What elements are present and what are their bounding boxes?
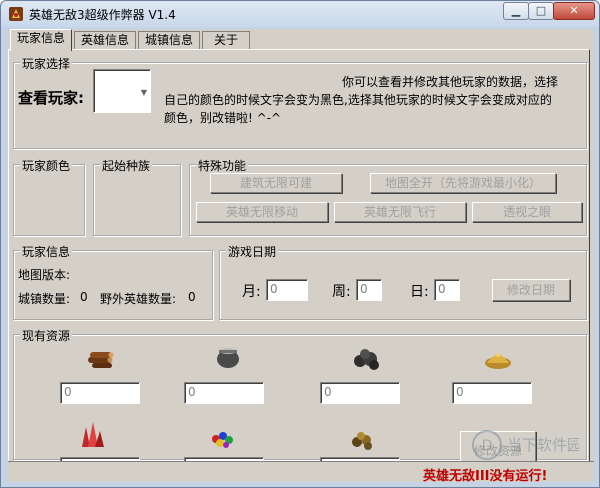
town-count-label: 城镇数量: <box>18 292 71 306</box>
close-icon: ✕ <box>569 4 579 17</box>
app-icon <box>9 7 23 21</box>
app-window: 英雄无敌3超级作弊器 V1.4 ▁ □ ✕ 玩家信息 英雄信息 城镇信息 关于 … <box>0 0 600 488</box>
ore-icon <box>354 349 379 370</box>
svg-text:当下软件园: 当下软件园 <box>507 436 579 454</box>
week-label: 周: <box>332 284 351 300</box>
game-date-group: 游戏日期 月: 0 周: 0 日: 0 修改日期 <box>219 243 587 320</box>
xray-eye-button[interactable]: 透视之眼 <box>472 202 582 222</box>
special-function-title: 特殊功能 <box>196 157 249 174</box>
special-function-group: 特殊功能 建筑无限可建 地图全开（先将游戏最小化） 英雄无限移动 英雄无限飞行 … <box>189 157 587 236</box>
status-bar: 英雄无敌III没有运行! <box>8 461 594 484</box>
player-select-group: 玩家选择 查看玩家: ▼ 你可以查看并修改其他玩家的数据，选择 自己的颜色的时候… <box>13 55 587 149</box>
game-date-title: 游戏日期 <box>226 243 279 260</box>
mercury-input[interactable]: 0 <box>184 382 264 404</box>
chevron-down-icon: ▼ <box>140 88 147 97</box>
client-area: 玩家信息 英雄信息 城镇信息 关于 玩家选择 查看玩家: ▼ 你可以查看并修改其… <box>8 29 594 484</box>
month-label: 月: <box>242 284 261 300</box>
status-text: 英雄无敌III没有运行! <box>423 469 548 484</box>
unlimited-build-button[interactable]: 建筑无限可建 <box>210 173 342 193</box>
sulfur-input[interactable]: 0 <box>452 382 532 404</box>
player-color-title: 玩家颜色 <box>20 157 73 174</box>
minimize-button[interactable]: ▁ <box>503 2 529 20</box>
reveal-map-button[interactable]: 地图全开（先将游戏最小化） <box>370 173 556 193</box>
town-count-value: 0 <box>80 290 88 304</box>
wild-hero-value: 0 <box>188 290 196 304</box>
ore-input[interactable]: 0 <box>320 382 400 404</box>
gems-icon <box>212 432 233 448</box>
tab-hero-info[interactable]: 英雄信息 <box>74 31 136 50</box>
start-race-title: 起始种族 <box>100 157 153 174</box>
hint-line-1: 你可以查看并修改其他玩家的数据，选择 <box>342 75 559 89</box>
player-select-title: 玩家选择 <box>20 55 73 72</box>
view-player-label: 查看玩家: <box>18 89 84 107</box>
day-label: 日: <box>410 284 429 300</box>
player-color-group: 玩家颜色 <box>13 157 85 236</box>
crystal-icon <box>82 422 104 447</box>
close-button[interactable]: ✕ <box>553 2 595 20</box>
sulfur-icon <box>485 353 511 369</box>
window-title: 英雄无敌3超级作弊器 V1.4 <box>29 8 176 22</box>
svg-text:D: D <box>482 438 493 454</box>
wild-hero-label: 野外英雄数量: <box>100 292 177 306</box>
title-bar[interactable]: 英雄无敌3超级作弊器 V1.4 ▁ □ ✕ <box>1 1 599 27</box>
map-version-label: 地图版本: <box>18 268 71 282</box>
unlimited-fly-button[interactable]: 英雄无限飞行 <box>334 202 466 222</box>
maximize-button[interactable]: □ <box>528 2 554 20</box>
start-race-group: 起始种族 <box>93 157 181 236</box>
wood-input[interactable]: 0 <box>60 382 140 404</box>
mercury-icon <box>217 348 239 368</box>
watermark-logo: D 当下软件园 <box>472 430 579 460</box>
tab-about[interactable]: 关于 <box>202 31 250 50</box>
tab-strip: 玩家信息 英雄信息 城镇信息 关于 <box>8 29 594 51</box>
player-info-panel: 玩家选择 查看玩家: ▼ 你可以查看并修改其他玩家的数据，选择 自己的颜色的时候… <box>8 49 590 479</box>
wood-icon <box>88 352 114 368</box>
player-color-dropdown[interactable]: ▼ <box>93 69 151 113</box>
tab-player-info[interactable]: 玩家信息 <box>10 29 72 51</box>
modify-date-button[interactable]: 修改日期 <box>492 279 570 301</box>
day-input[interactable]: 0 <box>434 279 460 301</box>
month-input[interactable]: 0 <box>266 279 308 301</box>
hint-line-3: 颜色，别改错啦! ^-^ <box>164 111 282 125</box>
minimize-icon: ▁ <box>511 4 521 17</box>
gold-icon <box>352 432 372 450</box>
maximize-icon: □ <box>535 4 547 17</box>
week-input[interactable]: 0 <box>356 279 382 301</box>
tab-town-info[interactable]: 城镇信息 <box>138 31 200 50</box>
hint-line-2: 自己的颜色的时候文字会变为黑色,选择其他玩家的时候文字会变成对应的 <box>164 93 552 107</box>
unlimited-move-button[interactable]: 英雄无限移动 <box>196 202 328 222</box>
player-stats-group: 玩家信息 地图版本: 城镇数量: 0 野外英雄数量: 0 <box>13 243 213 320</box>
resources-title: 现有资源 <box>20 327 73 344</box>
player-stats-title: 玩家信息 <box>20 243 73 260</box>
